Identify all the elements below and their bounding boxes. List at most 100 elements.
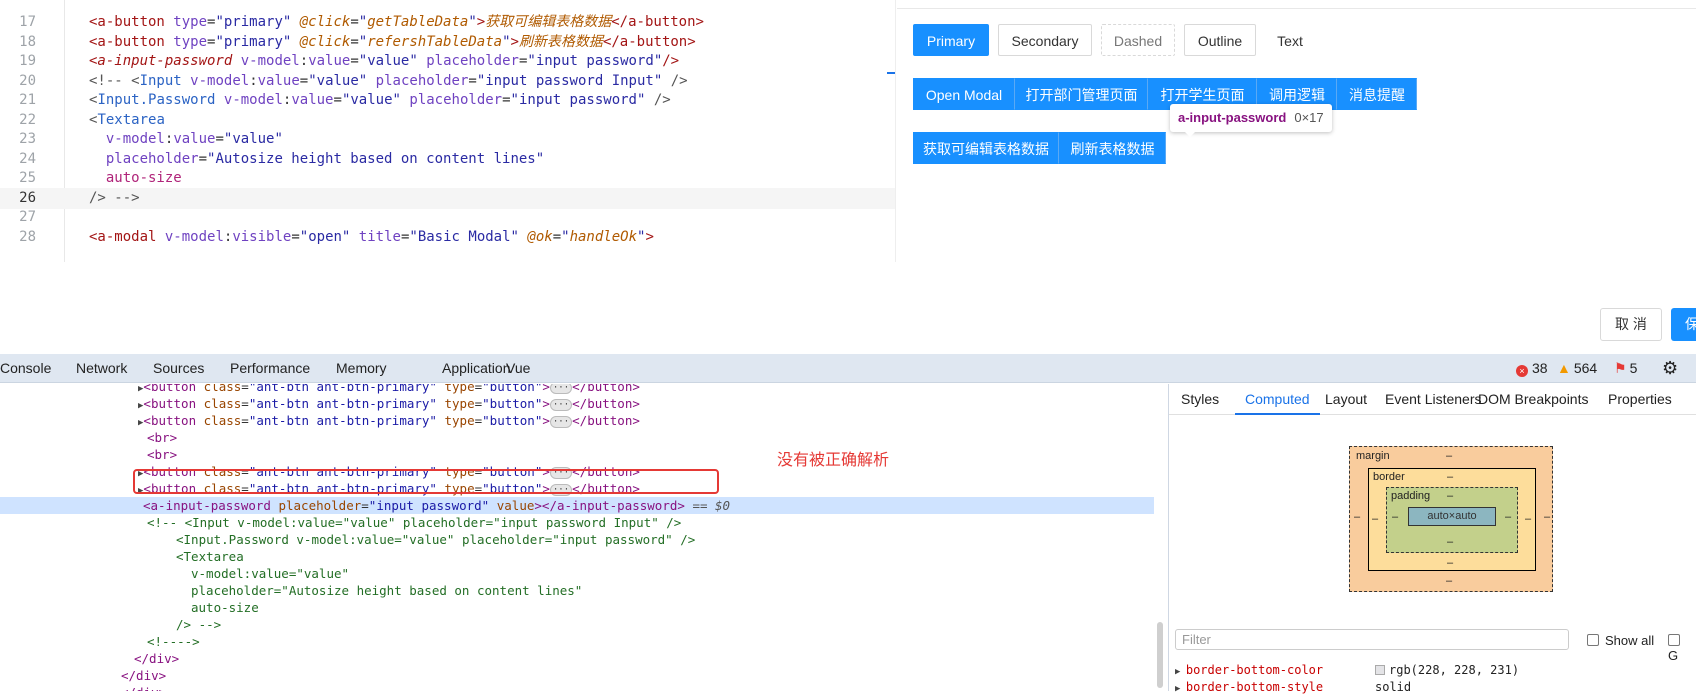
elements-scrollbar[interactable] [1157,622,1163,688]
preview-top-border [897,0,1696,9]
dom-node-row[interactable]: <Input.Password v-model:value="value" pl… [176,531,695,548]
line-number: 18 [19,33,36,50]
tab-memory[interactable]: Memory [336,354,387,383]
line-number: 23 [19,131,36,147]
tab-application[interactable]: Application [442,354,511,383]
tab-sources[interactable]: Sources [153,354,204,383]
issue-icon: ⚑ [1614,360,1627,376]
margin-label: margin [1356,450,1390,462]
tab-event-listeners[interactable]: Event Listeners [1385,384,1482,415]
code-line: 19 <a-input-password v-model:value="value… [0,51,895,72]
property-value: solid [1375,679,1411,696]
code-text: v-model:value="value" [105,131,283,147]
tab-styles[interactable]: Styles [1181,384,1219,415]
expand-triangle-icon[interactable]: ▶ [1175,684,1186,694]
button-secondary[interactable]: Secondary [998,24,1092,56]
button-primary[interactable]: Primary [913,24,989,56]
refresh-table-data-button[interactable]: 刷新表格数据 [1059,132,1166,164]
code-line: 27 [0,207,895,228]
code-line: 20 <!-- <Input v-model:value="value" plac… [0,71,895,92]
border-value: – [1525,513,1532,525]
dom-node-row[interactable]: ▶<button class="ant-btn ant-btn-primary"… [138,412,640,429]
tab-computed[interactable]: Computed [1235,384,1320,415]
dom-node-row[interactable]: auto-size [191,599,259,616]
code-line: 24 placeholder="Autosize height based on… [0,149,895,170]
error-count-text: 38 [1532,360,1548,376]
padding-label: padding [1391,490,1431,502]
computed-property-row[interactable]: ▶ border-bottom-style solid [1175,679,1411,696]
tab-performance[interactable]: Performance [230,354,310,383]
tab-layout[interactable]: Layout [1325,384,1367,415]
border-value: – [1447,557,1454,569]
dom-node-row[interactable]: v-model:value="value" [191,565,349,582]
code-text: <!-- <Input v-model:value="value" placeh… [89,72,688,89]
box-model-diagram: margin – – – – border – – – – padding – – – – auto×auto [1349,446,1553,592]
button-text[interactable]: Text [1265,24,1315,56]
dom-node-row[interactable]: placeholder="Autosize height based on co… [191,582,582,599]
padding-value: – [1392,511,1399,523]
tab-vue[interactable]: Vue [506,354,530,383]
dom-node-row[interactable]: <br> [147,446,177,463]
dom-node-row[interactable]: <!----> [147,633,200,650]
dom-node-row[interactable]: </div> [121,667,166,684]
cancel-button[interactable]: 取 消 [1600,308,1662,341]
dom-node-row[interactable]: </div> [121,684,166,691]
text-cursor [887,72,895,74]
code-text: <Textarea [89,111,165,128]
button-dashed[interactable]: Dashed [1101,24,1175,56]
button-outline[interactable]: Outline [1184,24,1256,56]
line-number: 17 [19,14,36,30]
show-all-checkbox[interactable]: Show all [1587,633,1654,648]
code-editor[interactable]: 17 <a-button type="primary" @click="getTa… [0,0,896,262]
warning-icon: ▲ [1557,360,1571,376]
dom-node-row[interactable]: <Textarea [176,548,244,565]
computed-property-row[interactable]: ▶ border-bottom-color rgb(228, 228, 231) [1175,662,1519,679]
padding-box: padding – – – – auto×auto [1386,487,1518,553]
border-box: border – – – – padding – – – – auto×auto [1368,468,1536,571]
get-table-data-button[interactable]: 获取可编辑表格数据 [913,132,1059,164]
color-swatch-icon [1375,665,1385,675]
settings-gear-icon[interactable]: ⚙ [1662,354,1678,383]
code-text: <Input.Password v-model:value="value" pl… [89,92,671,108]
dom-node-row[interactable]: <!-- <Input v-model:value="value" placeh… [147,514,681,531]
error-count[interactable]: × 38 [1516,354,1548,383]
code-text: <a-input-password v-model:value="value" … [89,53,680,69]
sidepane-tabs: Styles Computed Layout Event Listeners DOM B… [1169,384,1696,415]
margin-value: – [1354,511,1361,523]
elements-tree[interactable]: ▶<button class="ant-btn ant-btn-primary"… [0,384,1154,691]
highlight-box [133,469,719,494]
checkbox-icon[interactable] [1587,634,1599,646]
message-button[interactable]: 消息提醒 [1337,78,1417,110]
group-checkbox[interactable]: G [1668,633,1696,663]
warning-count[interactable]: ▲ 564 [1557,354,1597,383]
border-value: – [1372,513,1379,525]
dom-node-row[interactable]: ▶<button class="ant-btn ant-btn-primary"… [138,384,640,395]
margin-value: – [1446,575,1453,587]
property-name: border-bottom-style [1185,680,1324,694]
app-top-area: 17 <a-button type="primary" @click="getTa… [0,0,1696,300]
dom-node-row[interactable]: ▶<button class="ant-btn ant-btn-primary"… [138,395,640,412]
tab-network[interactable]: Network [76,354,127,383]
expand-triangle-icon[interactable]: ▶ [1175,667,1186,677]
padding-value: – [1447,536,1454,548]
save-button[interactable]: 保 [1671,308,1696,341]
checkbox-icon[interactable] [1668,634,1680,646]
open-modal-button[interactable]: Open Modal [913,78,1015,110]
line-number: 24 [19,150,36,167]
filter-input[interactable]: Filter [1175,629,1569,650]
issue-count[interactable]: ⚑ 5 [1614,354,1637,383]
dept-page-button[interactable]: 打开部门管理页面 [1015,78,1148,110]
line-number: 28 [19,228,36,245]
code-text: <a-button type="primary" @click="getTabl… [89,14,704,30]
dom-node-row[interactable]: </div> [134,650,179,667]
dom-node-row[interactable]: /> --> [176,616,221,633]
dom-node-row[interactable]: <br> [147,429,177,446]
tab-properties[interactable]: Properties [1608,384,1672,415]
code-text: <a-button type="primary" @click="refersh… [89,33,696,50]
code-line: 28 <a-modal v-model:visible="open" title=… [0,227,895,248]
code-line: 17 <a-button type="primary" @click="getTa… [0,12,895,33]
selected-node-row[interactable]: <a-input-password placeholder="input pas… [0,497,1154,514]
tab-console[interactable]: Console [0,354,51,383]
tab-dom-breakpoints[interactable]: DOM Breakpoints [1478,384,1588,415]
margin-value: – [1544,511,1551,523]
